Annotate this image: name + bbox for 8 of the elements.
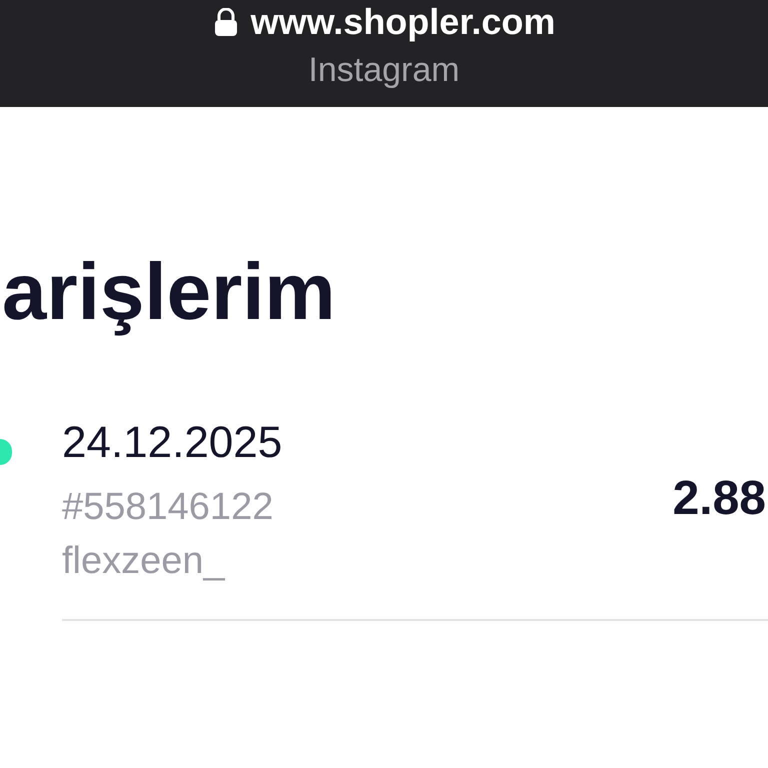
order-date: 24.12.2025 [62, 417, 282, 469]
lock-icon [212, 8, 239, 36]
order-number: #558146122 [62, 485, 274, 529]
page-title: arişlerim [1, 247, 336, 337]
app-name: Instagram [308, 50, 460, 90]
order-username: flexzeen_ [62, 539, 226, 583]
order-amount: 2.88 [672, 471, 767, 527]
url-text[interactable]: www.shopler.com [250, 2, 556, 42]
